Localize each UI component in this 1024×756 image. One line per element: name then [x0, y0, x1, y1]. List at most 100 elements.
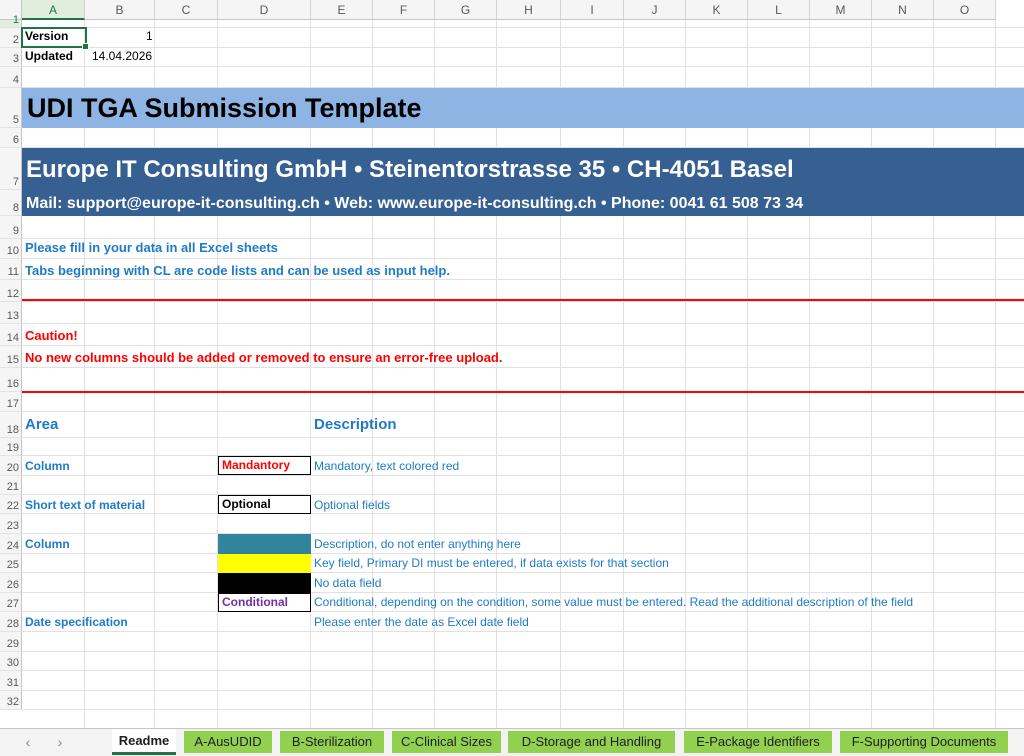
- description-swatch[interactable]: [218, 534, 311, 554]
- tab-readme[interactable]: Readme: [112, 729, 176, 755]
- legend-area-column-2[interactable]: Column: [25, 537, 70, 551]
- legend-desc-mandatory[interactable]: Mandatory, text colored red: [314, 459, 459, 473]
- cell-updated-label[interactable]: Updated: [25, 49, 73, 63]
- legend-desc-no-data[interactable]: No data field: [314, 576, 381, 590]
- row-header-8[interactable]: 8: [0, 190, 22, 216]
- row-header-6[interactable]: 6: [0, 128, 22, 148]
- row-header-2[interactable]: 2: [0, 28, 22, 48]
- row-header-31[interactable]: 31: [0, 671, 22, 691]
- row-header-24[interactable]: 24: [0, 534, 22, 554]
- row-header-1[interactable]: 1: [0, 14, 22, 28]
- row-header-26[interactable]: 26: [0, 573, 22, 593]
- row-header-9[interactable]: 9: [0, 216, 22, 239]
- column-header-f[interactable]: F: [373, 0, 435, 20]
- conditional-sample-cell[interactable]: Conditional: [218, 593, 311, 612]
- column-header-b[interactable]: B: [85, 0, 155, 20]
- divider-red-1: [22, 299, 1024, 301]
- tab-e-package-identifiers[interactable]: E-Package Identifiers: [684, 731, 832, 753]
- column-header-j[interactable]: J: [624, 0, 686, 20]
- row-header-18[interactable]: 18: [0, 412, 22, 438]
- column-header-l[interactable]: L: [748, 0, 810, 20]
- column-header-d[interactable]: D: [218, 0, 311, 20]
- row-header-22[interactable]: 22: [0, 495, 22, 514]
- column-header-i[interactable]: I: [561, 0, 624, 20]
- prev-sheet-icon[interactable]: ‹: [20, 734, 36, 750]
- no-data-swatch[interactable]: [218, 573, 311, 593]
- mandatory-sample-cell[interactable]: Mandantory: [218, 456, 311, 475]
- area-header[interactable]: Area: [25, 416, 58, 433]
- row-header-10[interactable]: 10: [0, 239, 22, 259]
- row-gridline: [22, 323, 1024, 324]
- row-header-13[interactable]: 13: [0, 302, 22, 324]
- row-header-14[interactable]: 14: [0, 324, 22, 346]
- row-header-3[interactable]: 3: [0, 48, 22, 67]
- company-line[interactable]: Europe IT Consulting GmbH • Steinentorst…: [26, 156, 794, 184]
- tab-b-sterilization[interactable]: B-Sterilization: [280, 731, 384, 753]
- tab-c-clinical-sizes[interactable]: C-Clinical Sizes: [392, 731, 501, 753]
- row-gridline: [22, 709, 1024, 710]
- row-header-21[interactable]: 21: [0, 476, 22, 495]
- row-header-29[interactable]: 29: [0, 632, 22, 652]
- optional-sample-cell[interactable]: Optional: [218, 495, 311, 514]
- row-gridline: [22, 670, 1024, 671]
- row-gridline: [22, 494, 1024, 495]
- tab-a-ausudid[interactable]: A-AusUDID: [184, 731, 272, 753]
- row-header-27[interactable]: 27: [0, 593, 22, 612]
- instruction-line-1[interactable]: Please fill in your data in all Excel sh…: [25, 240, 278, 255]
- cell-updated-value[interactable]: 14.04.2026: [92, 49, 152, 63]
- column-header-c[interactable]: C: [155, 0, 218, 20]
- row-header-28[interactable]: 28: [0, 612, 22, 632]
- column-header-h[interactable]: H: [497, 0, 561, 20]
- row-header-16[interactable]: 16: [0, 368, 22, 392]
- next-sheet-icon[interactable]: ›: [52, 734, 68, 750]
- legend-desc-date[interactable]: Please enter the date as Excel date fiel…: [314, 615, 529, 629]
- key-field-swatch[interactable]: [218, 554, 311, 573]
- divider-red-2: [22, 391, 1024, 393]
- row-header-4[interactable]: 4: [0, 67, 22, 88]
- row-header-23[interactable]: 23: [0, 514, 22, 534]
- row-header-32[interactable]: 32: [0, 691, 22, 710]
- row-gridline: [22, 651, 1024, 652]
- legend-desc-description[interactable]: Description, do not enter anything here: [314, 537, 521, 551]
- legend-desc-key-field[interactable]: Key field, Primary DI must be entered, i…: [314, 556, 669, 570]
- row-header-20[interactable]: 20: [0, 456, 22, 476]
- row-header-17[interactable]: 17: [0, 392, 22, 412]
- contact-line[interactable]: Mail: support@europe-it-consulting.ch • …: [26, 195, 803, 213]
- tab-d-storage-and-handling[interactable]: D-Storage and Handling: [508, 731, 675, 753]
- column-header-g[interactable]: G: [435, 0, 497, 20]
- fill-handle[interactable]: [82, 43, 89, 50]
- legend-area-date[interactable]: Date specification: [25, 615, 128, 629]
- column-header-e[interactable]: E: [311, 0, 373, 20]
- column-header-n[interactable]: N: [872, 0, 934, 20]
- legend-desc-conditional[interactable]: Conditional, depending on the condition,…: [314, 595, 913, 609]
- legend-area-short-text[interactable]: Short text of material: [25, 498, 145, 512]
- row-gridline: [22, 279, 1024, 280]
- tab-f-supporting-documents[interactable]: F-Supporting Documents: [840, 731, 1008, 753]
- row-header-15[interactable]: 15: [0, 346, 22, 368]
- column-header-a[interactable]: A: [22, 0, 85, 20]
- cell-version-value[interactable]: 1: [146, 29, 153, 43]
- row-header-7[interactable]: 7: [0, 148, 22, 190]
- row-header-30[interactable]: 30: [0, 652, 22, 671]
- row-gridline: [22, 367, 1024, 368]
- description-header[interactable]: Description: [314, 416, 397, 433]
- row-gridline: [22, 238, 1024, 239]
- worksheet-grid[interactable]: ABCDEFGHIJKLMNO 1 2 3 4 5 6 7 8 9 10 11 12 13 14 15 16 1…: [0, 0, 1024, 728]
- row-header-25[interactable]: 25: [0, 554, 22, 573]
- caution-text[interactable]: No new columns should be added or remove…: [25, 350, 502, 365]
- column-header-o[interactable]: O: [934, 0, 996, 20]
- column-header-m[interactable]: M: [810, 0, 872, 20]
- row-gridline: [22, 631, 1024, 632]
- column-header-k[interactable]: K: [686, 0, 748, 20]
- legend-desc-optional[interactable]: Optional fields: [314, 498, 390, 512]
- legend-area-column[interactable]: Column: [25, 459, 70, 473]
- active-cell-selection[interactable]: [21, 27, 89, 50]
- caution-title[interactable]: Caution!: [25, 328, 78, 343]
- row-header-11[interactable]: 11: [0, 259, 22, 280]
- instruction-line-2[interactable]: Tabs beginning with CL are code lists an…: [25, 263, 450, 278]
- row-header-5[interactable]: 5: [0, 88, 22, 128]
- row-gridline: [22, 553, 1024, 554]
- row-header-19[interactable]: 19: [0, 438, 22, 456]
- row-header-12[interactable]: 12: [0, 280, 22, 302]
- page-title[interactable]: UDI TGA Submission Template: [27, 93, 422, 124]
